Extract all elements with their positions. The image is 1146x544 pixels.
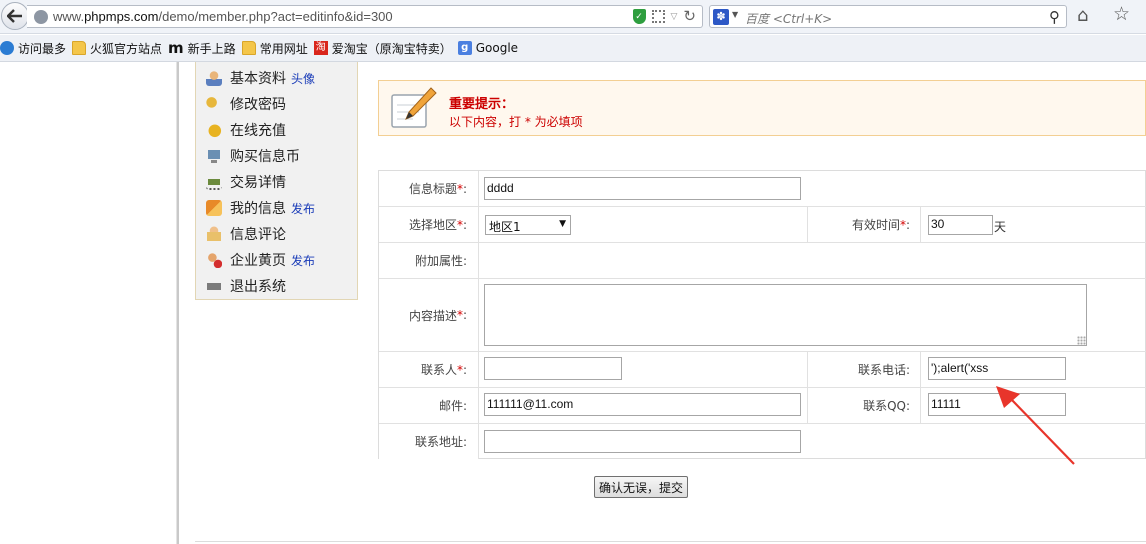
- sidebar-item-buy-coins[interactable]: 购买信息币: [206, 146, 300, 166]
- gear-icon: [0, 41, 14, 55]
- contact-label: 联系人 *:: [379, 352, 479, 387]
- notice-title: 重要提示：: [449, 97, 515, 112]
- sidebar-item-change-password[interactable]: 修改密码: [206, 94, 286, 114]
- qq-label: 联系QQ:: [807, 388, 921, 423]
- important-notice: 重要提示： 以下内容，打 * 为必填项: [378, 80, 1146, 136]
- extra-label: 附加属性:: [379, 243, 479, 278]
- avatar-link[interactable]: 头像: [291, 70, 315, 87]
- content-textarea[interactable]: [484, 284, 1087, 346]
- search-placeholder: 百度 <Ctrl+K>: [745, 12, 833, 26]
- key-icon: [206, 96, 222, 112]
- valid-time-label: 有效时间 *:: [807, 207, 921, 242]
- reload-icon[interactable]: ↻: [683, 9, 696, 24]
- email-input[interactable]: 111111@11.com: [484, 393, 801, 416]
- bookmark-aitaobao[interactable]: 淘爱淘宝（原淘宝特卖）: [313, 40, 452, 57]
- sidebar-item-profile[interactable]: 基本资料 头像: [206, 68, 315, 88]
- notice-body: 以下内容，打 * 为必填项: [449, 115, 583, 129]
- valid-time-unit: 天: [994, 220, 1007, 234]
- title-input[interactable]: dddd: [484, 177, 801, 200]
- sidebar-item-my-info[interactable]: 我的信息 发布: [206, 198, 315, 218]
- row-region: 选择地区 *: 地区1 ▼ 有效时间 *: 30 天: [379, 207, 1146, 243]
- chevron-down-icon: ▼: [559, 219, 566, 229]
- phone-label: 联系电话:: [807, 352, 921, 387]
- email-label: 邮件:: [379, 388, 479, 423]
- url-dropdown-icon[interactable]: ▽: [671, 12, 678, 22]
- shield-icon[interactable]: ✓: [632, 9, 646, 24]
- monitor-icon: [206, 148, 222, 164]
- search-icon[interactable]: ⚲: [1049, 8, 1060, 26]
- baidu-paw-icon[interactable]: ✽: [713, 9, 729, 25]
- back-button[interactable]: [1, 2, 29, 30]
- sidebar-item-transactions[interactable]: 交易详情: [206, 172, 286, 192]
- comment-icon: [206, 226, 222, 242]
- bookmark-getting-started[interactable]: m 新手上路: [168, 40, 236, 57]
- address-label: 联系地址:: [379, 424, 479, 459]
- exit-icon: [206, 278, 222, 294]
- submit-button[interactable]: 确认无误，提交: [594, 476, 688, 498]
- google-icon: g: [457, 41, 472, 55]
- bookmark-firefox-site[interactable]: 火狐官方站点: [72, 40, 162, 57]
- valid-time-input[interactable]: 30: [928, 215, 993, 235]
- row-extra: 附加属性:: [379, 243, 1146, 279]
- bookmark-star-icon[interactable]: ☆: [1113, 5, 1130, 24]
- folder-icon: [72, 41, 87, 55]
- member-sidebar: 基本资料 头像 修改密码 在线充值 购买信息币 交易详情 我的信息 发布 信息评…: [195, 62, 358, 300]
- contact-input[interactable]: [484, 357, 622, 380]
- m-icon: m: [168, 39, 184, 57]
- home-icon[interactable]: ⌂: [1077, 7, 1088, 25]
- row-contact: 联系人 *: 联系电话: ');alert('xss: [379, 352, 1146, 388]
- row-content: 内容描述 *:: [379, 279, 1146, 352]
- page-bottom-divider: [195, 541, 1146, 542]
- back-arrow-icon: [7, 9, 22, 23]
- resize-grip-icon[interactable]: [1077, 336, 1086, 345]
- sidebar-item-yellow-pages[interactable]: 企业黄页 发布: [206, 250, 315, 270]
- sidebar-item-logout[interactable]: 退出系统: [206, 276, 286, 296]
- publish-company-link[interactable]: 发布: [291, 252, 315, 269]
- search-bar[interactable]: ✽ ▼ 百度 <Ctrl+K> ⚲: [709, 5, 1067, 28]
- address-input[interactable]: [484, 430, 801, 453]
- publish-info-link[interactable]: 发布: [291, 200, 315, 217]
- region-select[interactable]: 地区1 ▼: [485, 215, 571, 235]
- url-text: www.phpmps.com/demo/member.php?act=editi…: [53, 9, 393, 24]
- folder-icon: [241, 41, 256, 55]
- globe-icon: [34, 10, 48, 24]
- pencil-icon: [391, 87, 437, 128]
- page-divider: [176, 62, 179, 544]
- user-icon: [206, 70, 222, 86]
- company-icon: [206, 252, 222, 268]
- annotation-arrow-icon: [996, 386, 1075, 465]
- browser-toolbar: www.phpmps.com/demo/member.php?act=editi…: [0, 0, 1146, 34]
- bookmarks-bar: 访问最多 火狐官方站点 m 新手上路 常用网址 淘爱淘宝（原淘宝特卖） g Goog…: [0, 35, 1146, 62]
- flag-icon: [206, 200, 222, 216]
- region-label: 选择地区 *:: [379, 207, 479, 242]
- bookmark-google[interactable]: g Google: [457, 41, 518, 55]
- phone-input[interactable]: ');alert('xss: [928, 357, 1066, 380]
- taobao-icon: 淘: [313, 41, 328, 55]
- sidebar-item-comments[interactable]: 信息评论: [206, 224, 286, 244]
- title-label: 信息标题 *:: [379, 171, 479, 206]
- search-engine-dropdown-icon[interactable]: ▼: [732, 10, 738, 19]
- sidebar-item-recharge[interactable]: 在线充值: [206, 120, 286, 140]
- coin-icon: [206, 122, 222, 138]
- bookmark-most-visited[interactable]: 访问最多: [0, 40, 66, 57]
- bookmark-common-sites[interactable]: 常用网址: [241, 40, 308, 57]
- qr-code-icon[interactable]: [651, 10, 665, 23]
- row-title: 信息标题 *: dddd: [379, 171, 1146, 207]
- cart-icon: [206, 174, 222, 190]
- url-bar[interactable]: www.phpmps.com/demo/member.php?act=editi…: [27, 5, 703, 28]
- content-label: 内容描述 *:: [379, 279, 479, 351]
